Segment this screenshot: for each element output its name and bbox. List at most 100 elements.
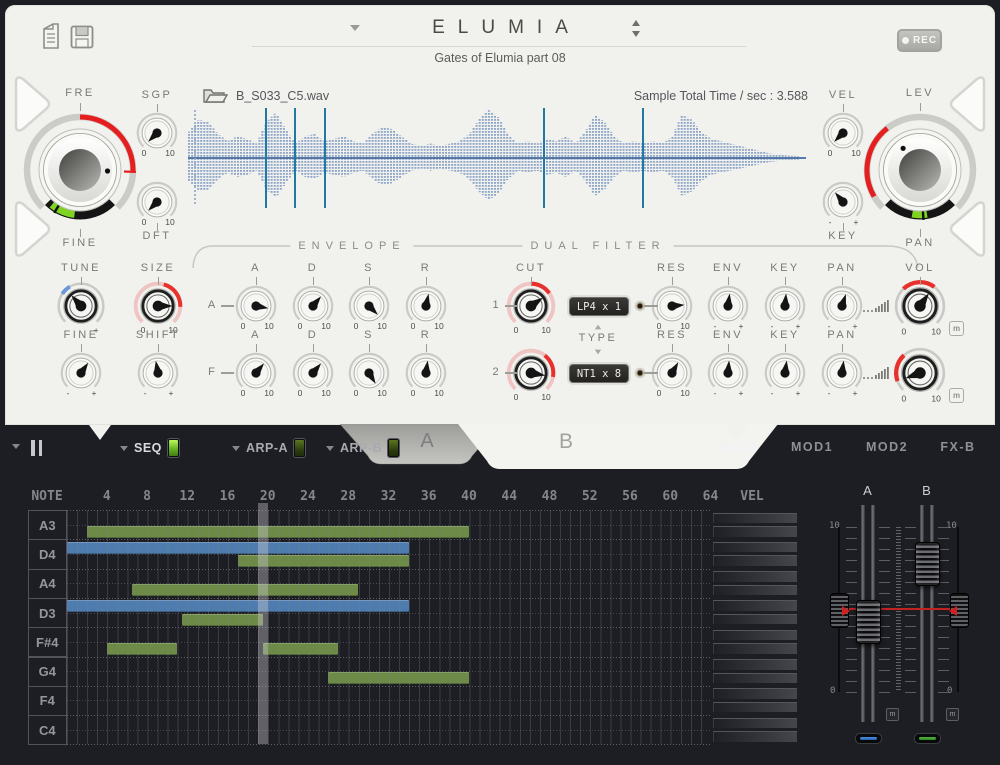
knob-vol-2[interactable]: 010 <box>889 342 951 404</box>
page-tab-mod2[interactable]: MOD2 <box>847 440 927 454</box>
filter-type-down-icon[interactable] <box>595 350 601 355</box>
right-pointer-fader[interactable] <box>950 593 969 628</box>
knob-env-2[interactable]: -+ <box>703 348 753 398</box>
svg-text:0: 0 <box>411 388 416 398</box>
step-number: 20 <box>248 489 288 504</box>
page-tab-fxb[interactable]: FX-B <box>918 440 998 454</box>
knob-pan-1[interactable]: -+ <box>817 281 867 331</box>
knob-tick <box>672 277 673 285</box>
toggle-dropdown-icon[interactable] <box>326 446 334 451</box>
save-icon[interactable] <box>70 25 94 49</box>
transport-dropdown-icon[interactable] <box>12 444 20 449</box>
vel-bar[interactable] <box>713 614 797 625</box>
waveform-display[interactable] <box>188 104 808 216</box>
row-prefix-dash <box>221 305 234 307</box>
note-label-f4[interactable]: F4 <box>28 686 67 716</box>
big-knob-fre[interactable] <box>18 108 142 232</box>
row-prefix-label: F <box>202 366 222 378</box>
fader-a-handle[interactable] <box>856 600 881 644</box>
open-sample-folder-icon[interactable] <box>202 86 228 104</box>
knob-label: PAN <box>875 237 965 249</box>
note-label-d4[interactable]: D4 <box>28 539 67 569</box>
knob-label: LEV <box>875 87 965 99</box>
toggle-arp-a[interactable]: ARP-A <box>232 439 305 457</box>
vel-bar[interactable] <box>713 585 797 596</box>
fader-b-label: B <box>912 483 942 498</box>
big-knob-lev[interactable] <box>858 108 982 232</box>
toggle-arp-b[interactable]: ARP-B <box>326 439 399 457</box>
knob-key-2[interactable]: -+ <box>760 348 810 398</box>
knob-tick <box>157 104 158 112</box>
note-label-fs4[interactable]: F#4 <box>28 627 67 657</box>
vel-bar[interactable] <box>713 600 797 611</box>
knob-env-a-r[interactable]: 010 <box>401 281 451 331</box>
fader-b-handle[interactable] <box>915 542 940 586</box>
svg-text:-: - <box>144 388 147 398</box>
page-tab-main[interactable]: MAIN <box>697 440 777 454</box>
fader-a-mute-button[interactable]: m <box>886 708 899 721</box>
vel-bar[interactable] <box>713 659 797 670</box>
knob-pan-2[interactable]: -+ <box>817 348 867 398</box>
toggle-label: SEQ <box>134 441 162 455</box>
vel-bar[interactable] <box>713 731 797 742</box>
preset-name[interactable]: Gates of Elumia part 08 <box>300 51 700 65</box>
knob-env-a-d[interactable]: 010 <box>288 281 338 331</box>
knob-env-f-r[interactable]: 010 <box>401 348 451 398</box>
note-label-a4[interactable]: A4 <box>28 569 67 599</box>
sample-filename[interactable]: B_S033_C5.wav <box>236 89 329 103</box>
knob-fine-2[interactable]: -+ <box>56 348 106 398</box>
vel-bar[interactable] <box>713 513 797 524</box>
pause-button[interactable] <box>31 440 42 461</box>
knob-shift[interactable]: -+ <box>133 348 183 398</box>
knob-env-f-d[interactable]: 010 <box>288 348 338 398</box>
left-pointer-fader[interactable] <box>830 593 849 628</box>
filter-type-up-icon[interactable] <box>595 325 601 330</box>
note-label-g4[interactable]: G4 <box>28 657 67 687</box>
knob-env-1[interactable]: -+ <box>703 281 753 331</box>
rec-button[interactable]: REC <box>897 29 942 52</box>
knob-env-f-s[interactable]: 010 <box>344 348 394 398</box>
vel-bar[interactable] <box>713 673 797 684</box>
step-number: 64 <box>690 489 730 504</box>
filter1-mute-button[interactable]: m <box>949 321 964 336</box>
knob-key-1[interactable]: -+ <box>760 281 810 331</box>
vel-bar[interactable] <box>713 643 797 654</box>
vel-bar[interactable] <box>713 542 797 553</box>
vel-bar[interactable] <box>713 555 797 566</box>
note-label-c4[interactable]: C4 <box>28 715 67 745</box>
step-grid-lines[interactable] <box>67 510 711 744</box>
vel-bar[interactable] <box>713 630 797 641</box>
filter2-type-selector[interactable]: NT1 x 8 <box>569 364 629 383</box>
fader-scale-label: 0 <box>830 686 835 696</box>
preset-down-icon[interactable] <box>632 31 640 37</box>
preset-up-icon[interactable] <box>632 20 640 26</box>
tab-a[interactable]: A <box>408 430 448 453</box>
step-number: 28 <box>328 489 368 504</box>
filter-dash <box>644 305 658 307</box>
new-document-icon[interactable] <box>41 23 61 49</box>
fader-b-mute-button[interactable]: m <box>946 708 959 721</box>
knob-env-f-a[interactable]: 010 <box>231 348 281 398</box>
vel-bar[interactable] <box>713 702 797 713</box>
knob-tick <box>158 344 159 352</box>
filter1-type-selector[interactable]: LP4 x 1 <box>569 297 629 316</box>
filter2-mute-button[interactable]: m <box>949 388 964 403</box>
toggle-dropdown-icon[interactable] <box>120 446 128 451</box>
vel-bar[interactable] <box>713 688 797 699</box>
toggle-seq[interactable]: SEQ <box>120 439 179 457</box>
vel-bar[interactable] <box>713 571 797 582</box>
knob-env-a-s[interactable]: 010 <box>344 281 394 331</box>
knob-env-a-a[interactable]: 010 <box>231 281 281 331</box>
knob-tick <box>256 344 257 352</box>
note-label-d3[interactable]: D3 <box>28 598 67 628</box>
page-tab-mod1[interactable]: MOD1 <box>772 440 852 454</box>
vel-bar[interactable] <box>713 526 797 537</box>
vel-bar[interactable] <box>713 718 797 729</box>
note-label-a3[interactable]: A3 <box>28 510 67 540</box>
toggle-dropdown-icon[interactable] <box>232 446 240 451</box>
knob-size[interactable]: 010 <box>129 277 187 335</box>
tab-b[interactable]: B <box>547 430 587 454</box>
toggle-label: ARP-B <box>340 441 382 455</box>
dual-filter-section-label: DUAL FILTER <box>522 240 673 252</box>
knob-tune[interactable]: -+ <box>52 277 110 335</box>
